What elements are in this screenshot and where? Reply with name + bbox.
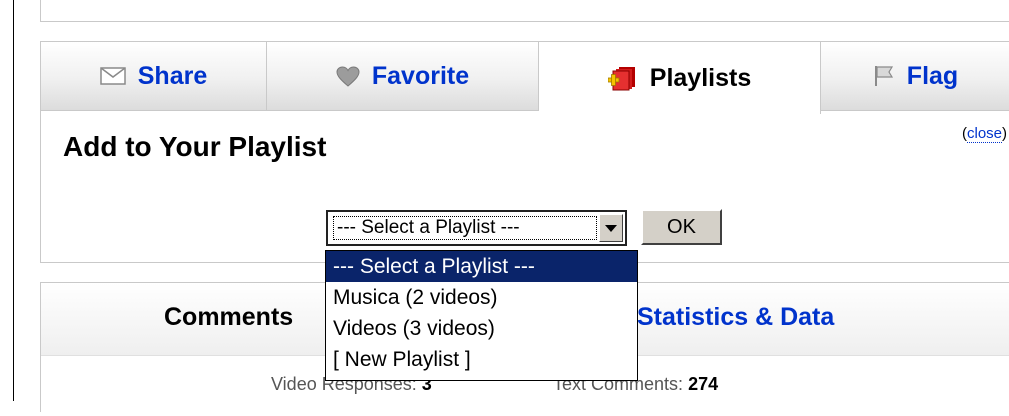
tab-flag[interactable]: Flag <box>821 42 1009 111</box>
tab-share-label: Share <box>137 61 208 90</box>
tab-comments[interactable]: Comments <box>164 303 293 332</box>
chevron-down-icon[interactable] <box>599 214 623 242</box>
tab-playlists[interactable]: Playlists <box>539 42 821 114</box>
tab-statistics-data[interactable]: Statistics & Data <box>637 303 834 332</box>
close-link[interactable]: close <box>967 125 1003 143</box>
action-panel: Share Favorite Playlists Flag Add to You… <box>40 41 1009 263</box>
tab-share[interactable]: Share <box>41 42 267 111</box>
dropdown-option[interactable]: [ New Playlist ] <box>326 344 637 375</box>
tab-favorite-label: Favorite <box>371 61 470 90</box>
panel-title: Add to Your Playlist <box>63 131 327 162</box>
heart-icon <box>336 65 360 87</box>
playlist-dropdown-list: --- Select a Playlist --- Musica (2 vide… <box>325 250 638 381</box>
envelope-icon <box>100 67 126 85</box>
dropdown-option[interactable]: Videos (3 videos) <box>326 313 637 344</box>
close-paren-close: ) <box>1002 125 1008 142</box>
page-border <box>13 0 14 401</box>
tab-flag-label: Flag <box>906 61 959 90</box>
dropdown-option[interactable]: Musica (2 videos) <box>326 282 637 313</box>
dropdown-option[interactable]: --- Select a Playlist --- <box>326 251 637 282</box>
top-section-box <box>40 0 1009 22</box>
text-comments-value: 274 <box>688 374 719 394</box>
tab-playlists-label: Playlists <box>649 63 752 92</box>
playlist-select-value: --- Select a Playlist --- <box>333 216 597 240</box>
tab-favorite[interactable]: Favorite <box>267 42 539 111</box>
close-control: (close) <box>962 125 1008 143</box>
ok-button[interactable]: OK <box>641 209 722 245</box>
action-tabs: Share Favorite Playlists Flag <box>41 42 1009 114</box>
playlist-add-icon <box>607 65 638 91</box>
playlist-select[interactable]: --- Select a Playlist --- <box>326 210 627 246</box>
flag-icon <box>873 65 895 87</box>
